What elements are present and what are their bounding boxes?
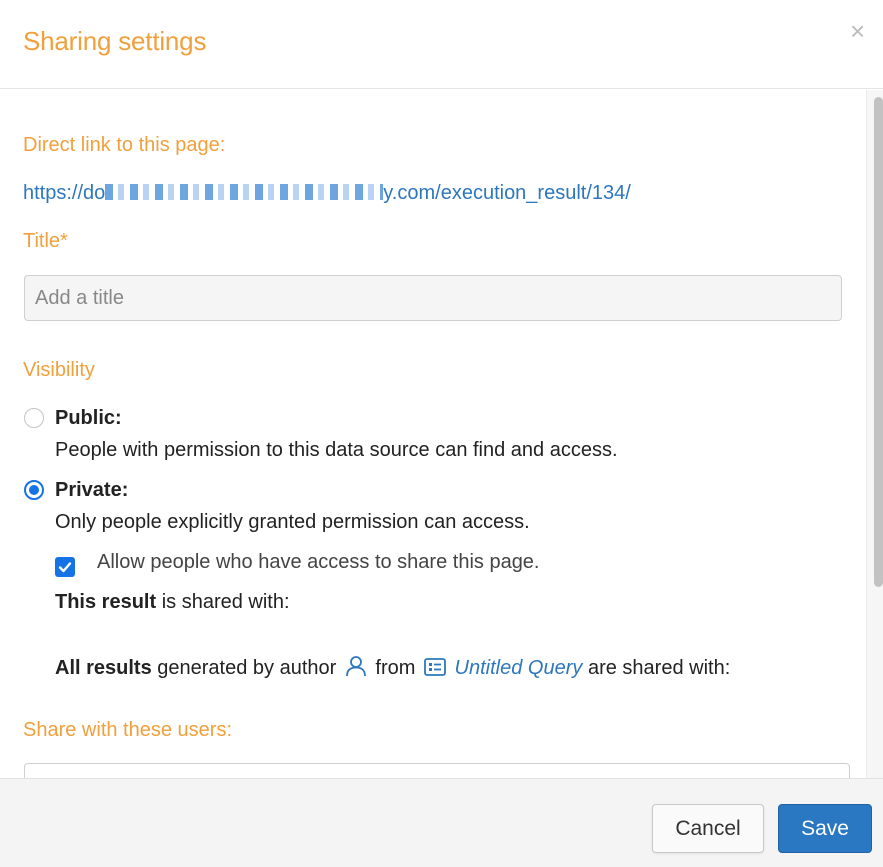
all-results-text1: generated by author <box>157 657 337 679</box>
public-option-title: Public: <box>55 407 122 429</box>
allow-share-checkbox[interactable] <box>55 557 75 577</box>
save-button[interactable]: Save <box>778 804 872 853</box>
all-results-text3: are shared with: <box>587 657 731 679</box>
query-link[interactable]: Untitled Query <box>455 657 583 679</box>
title-input[interactable] <box>24 275 842 321</box>
dialog-body: Direct link to this page: https://do y.co… <box>0 90 866 778</box>
dialog-title: Sharing settings <box>23 26 207 56</box>
cancel-button[interactable]: Cancel <box>652 804 764 853</box>
direct-link-prefix: https://do <box>23 182 106 204</box>
private-option-title: Private: <box>55 479 129 501</box>
user-icon[interactable] <box>345 655 367 683</box>
share-users-input[interactable] <box>24 763 850 778</box>
result-shared-text: is shared with: <box>161 591 290 613</box>
share-users-label: Share with these users: <box>23 719 232 741</box>
dialog-header: Sharing settings × <box>0 0 883 89</box>
all-results-line: All results generated by author from Unt… <box>55 655 730 683</box>
dialog-footer: Cancel Save <box>0 778 883 867</box>
direct-link-label: Direct link to this page: <box>23 134 226 156</box>
close-icon[interactable]: × <box>850 18 865 44</box>
public-radio[interactable] <box>24 408 44 428</box>
private-option-description: Only people explicitly granted permissio… <box>55 511 530 533</box>
direct-link-suffix: y.com/execution_result/134/ <box>383 182 631 204</box>
all-results-text2: from <box>375 657 416 679</box>
redacted-segment <box>105 184 384 200</box>
result-shared-line: This result is shared with: <box>55 591 290 614</box>
scrollbar-thumb[interactable] <box>874 97 883 587</box>
scrollbar[interactable] <box>866 90 883 778</box>
public-option-description: People with permission to this data sour… <box>55 439 618 461</box>
private-radio[interactable] <box>24 480 44 500</box>
direct-link[interactable]: https://do y.com/execution_result/134/ <box>23 182 631 205</box>
query-icon <box>424 657 446 683</box>
allow-share-label: Allow people who have access to share th… <box>97 551 540 573</box>
title-label: Title* <box>23 230 68 252</box>
all-results-bold: All results <box>55 657 152 679</box>
visibility-label: Visibility <box>23 359 95 381</box>
checkmark-icon <box>58 562 72 573</box>
result-shared-bold: This result <box>55 591 157 613</box>
